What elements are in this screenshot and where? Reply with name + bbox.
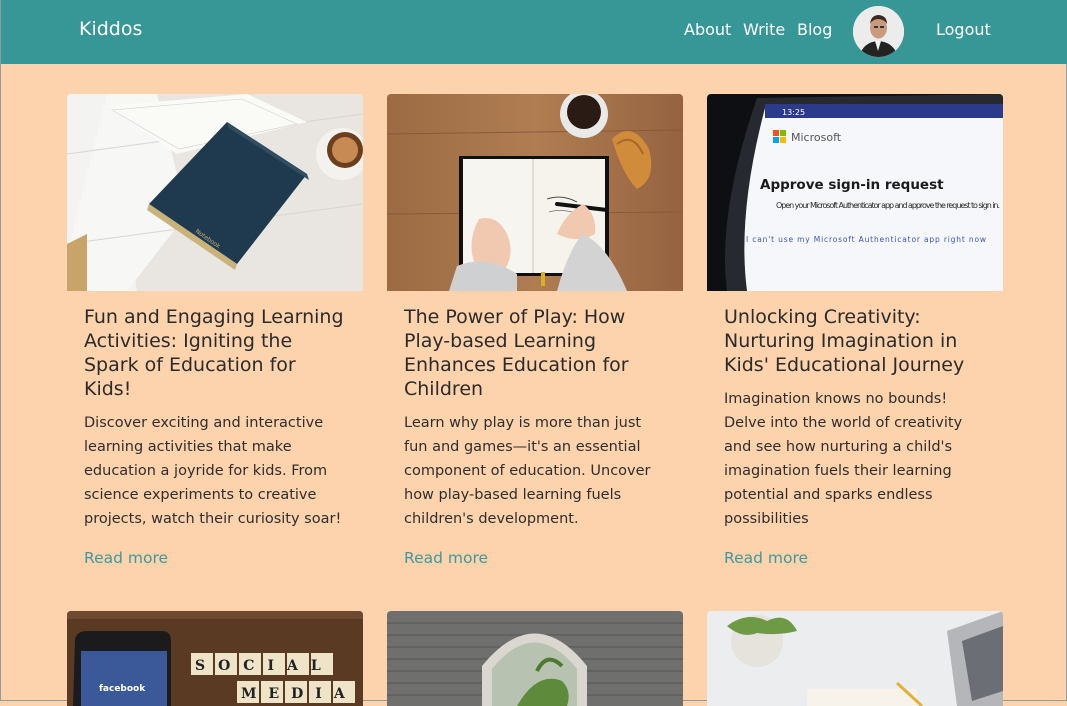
article-image-phone[interactable]: 13:25 Microsoft Approve sign-in request … <box>707 94 1003 291</box>
read-more-link[interactable]: Read more <box>724 549 808 567</box>
nav-write-link[interactable]: Write <box>743 20 785 39</box>
nav-blog-link[interactable]: Blog <box>797 20 832 39</box>
article-title: The Power of Play: How Play-based Learni… <box>404 306 629 400</box>
phone-time: 13:25 <box>782 108 805 117</box>
facebook-label: facebook <box>99 684 146 694</box>
article-card-3: 13:25 Microsoft Approve sign-in request … <box>707 94 1003 567</box>
article-card-1: Notebook Fun and Engaging Learning Activ… <box>67 94 363 567</box>
logout-link[interactable]: Logout <box>936 20 991 39</box>
article-title: Unlocking Creativity: Nurturing Imaginat… <box>724 306 965 376</box>
brand-logo[interactable]: Kiddos <box>79 18 142 40</box>
article-title: Fun and Engaging Learning Activities: Ig… <box>84 306 344 400</box>
article-card-2: The Power of Play: How Play-based Learni… <box>387 94 683 567</box>
tiles-word-media: MEDIA <box>241 686 357 702</box>
read-more-link[interactable]: Read more <box>404 549 488 567</box>
phone-heading: Approve sign-in request <box>760 177 944 193</box>
read-more-link[interactable]: Read more <box>84 549 168 567</box>
phone-brand: Microsoft <box>791 131 842 144</box>
article-image-writing[interactable] <box>387 94 683 291</box>
article-image-desk[interactable] <box>707 611 1003 706</box>
article-image-social-media[interactable]: facebook SOCIAL MEDIA <box>67 611 363 706</box>
article-excerpt: Imagination knows no bounds! Delve into … <box>724 391 963 527</box>
navbar: Kiddos About Write Blog Logout <box>1 0 1067 64</box>
article-image-garden-gate[interactable] <box>387 611 683 706</box>
tiles-word-social: SOCIAL <box>195 658 334 674</box>
phone-text: Open your Microsoft Authenticator app an… <box>776 201 1000 210</box>
article-image-notebook[interactable]: Notebook <box>67 94 363 291</box>
article-excerpt: Learn why play is more than just fun and… <box>404 415 651 527</box>
nav-about-link[interactable]: About <box>684 20 731 39</box>
phone-link: I can't use my Microsoft Authenticator a… <box>746 235 986 244</box>
user-avatar[interactable] <box>853 6 904 57</box>
article-excerpt: Discover exciting and interactive learni… <box>84 415 342 527</box>
